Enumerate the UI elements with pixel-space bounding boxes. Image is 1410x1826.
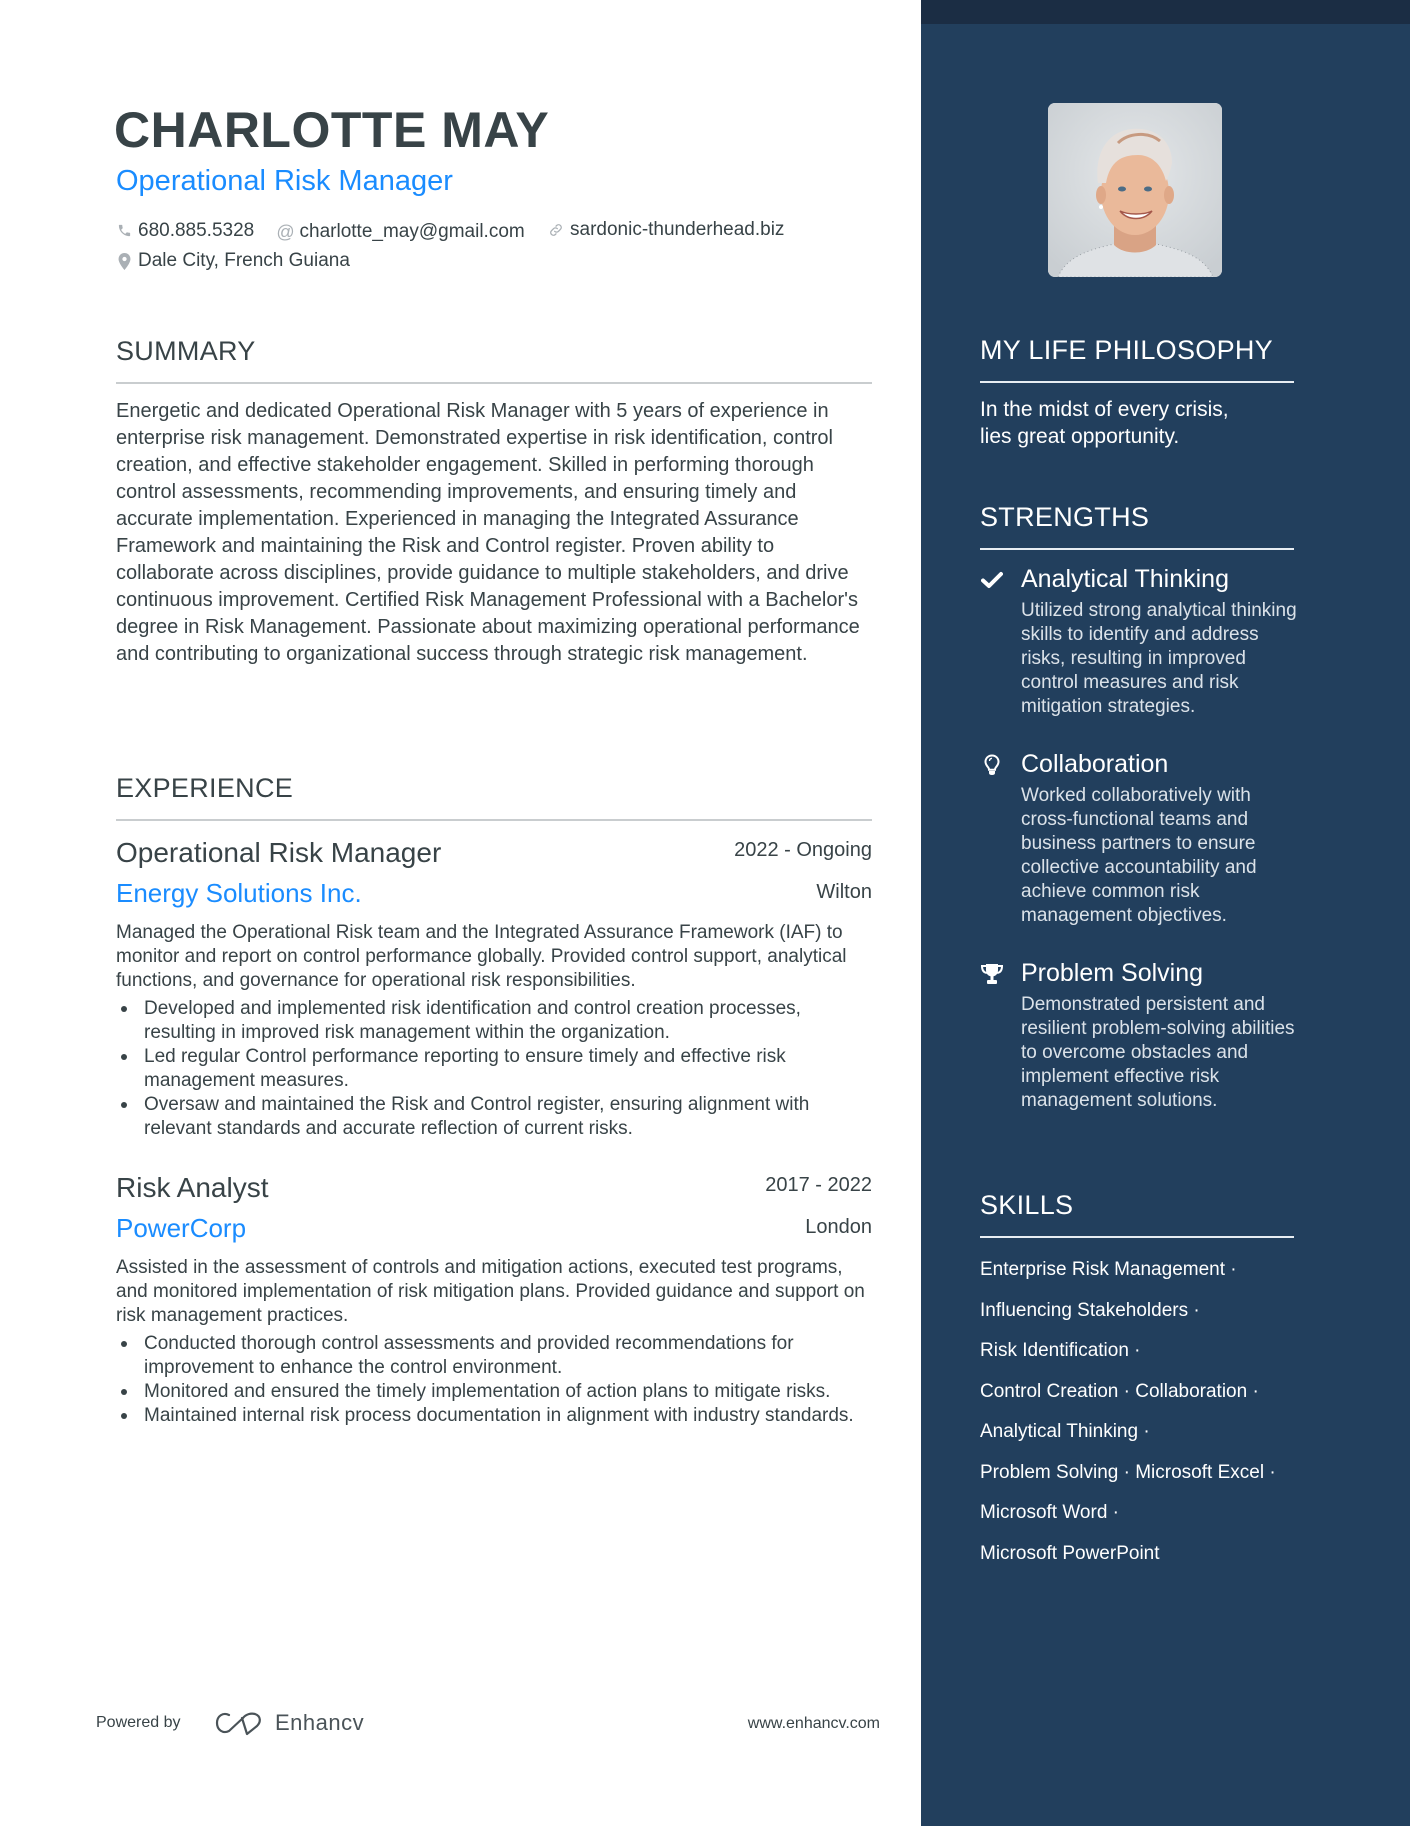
footer-url[interactable]: www.enhancv.com <box>700 1712 880 1736</box>
contact-location: Dale City, French Guiana <box>116 247 350 275</box>
skill-line: Analytical Thinking · <box>980 1421 1150 1442</box>
skill-line: Microsoft PowerPoint <box>980 1542 1160 1564</box>
email-address: charlotte_may@gmail.com <box>299 221 525 242</box>
skills-heading: SKILLS <box>980 1190 1074 1220</box>
summary-text: Energetic and dedicated Operational Risk… <box>116 400 860 665</box>
summary-heading: SUMMARY <box>116 336 256 366</box>
strength-item: Problem Solving Demonstrated persistent … <box>980 957 1300 1113</box>
bullet-text: Maintained internal risk process documen… <box>144 1405 854 1426</box>
bullet-dot <box>121 1006 127 1012</box>
skill-line: Risk Identification · <box>980 1340 1141 1361</box>
job-title: Risk Analyst <box>116 1172 269 1203</box>
job-bullets: Developed and implemented risk identific… <box>116 997 872 1141</box>
location-text: Dale City, French Guiana <box>138 250 350 271</box>
phone-number: 680.885.5328 <box>138 219 255 241</box>
job-location: Wilton <box>816 881 872 903</box>
bullet-dot <box>121 1413 127 1419</box>
website-url: sardonic-thunderhead.biz <box>570 219 785 240</box>
contact-info: 680.885.5328 @ charlotte_may@gmail.com s… <box>116 216 876 279</box>
candidate-title: Operational Risk Manager <box>116 165 453 197</box>
experience-entry: Operational Risk Manager 2022 - Ongoing … <box>116 833 872 1141</box>
job-bullets: Conducted thorough control assessments a… <box>116 1332 872 1428</box>
profile-photo-image <box>1048 103 1222 277</box>
bullet-item: Led regular Control performance reportin… <box>116 1045 872 1093</box>
bullet-dot <box>121 1054 127 1060</box>
strength-title: Analytical Thinking <box>1021 565 1229 593</box>
contact-phone[interactable]: 680.885.5328 <box>116 217 254 245</box>
lightbulb-icon <box>980 753 1004 777</box>
philosophy-divider <box>980 381 1294 383</box>
philosophy-quote-line: lies great opportunity. <box>980 425 1180 448</box>
strength-description: Utilized strong analytical thinking skil… <box>1021 600 1297 717</box>
bullet-text: Conducted thorough control assessments a… <box>144 1333 794 1378</box>
bullet-text: Developed and implemented risk identific… <box>144 998 801 1043</box>
skills-divider <box>980 1236 1294 1238</box>
enhancv-logo-icon <box>215 1712 261 1736</box>
location-pin-icon <box>116 252 132 270</box>
strengths-heading: STRENGTHS <box>980 502 1150 532</box>
philosophy-quote-line: In the midst of every crisis, <box>980 398 1229 421</box>
skill-line: Microsoft Word · <box>980 1502 1120 1523</box>
experience-divider <box>116 819 872 821</box>
bullet-dot <box>121 1102 127 1108</box>
job-dates: 2022 - Ongoing <box>734 839 872 861</box>
strength-title: Problem Solving <box>1021 959 1204 987</box>
trophy-icon <box>980 962 1004 986</box>
strength-item: Analytical Thinking Utilized strong anal… <box>980 563 1300 719</box>
strengths-divider <box>980 548 1294 550</box>
at-icon: @ <box>276 222 295 242</box>
bullet-text: Monitored and ensured the timely impleme… <box>144 1381 831 1402</box>
phone-icon <box>116 222 132 240</box>
bullet-text: Led regular Control performance reportin… <box>144 1046 786 1091</box>
bullet-item: Oversaw and maintained the Risk and Cont… <box>116 1093 872 1141</box>
experience-heading: EXPERIENCE <box>116 773 294 803</box>
strength-description: Demonstrated persistent and resilient pr… <box>1021 994 1295 1111</box>
job-company[interactable]: PowerCorp <box>116 1208 872 1248</box>
summary-divider <box>116 382 872 384</box>
strength-item: Collaboration Worked collaboratively wit… <box>980 748 1300 928</box>
link-icon <box>548 221 564 239</box>
skill-line: Influencing Stakeholders · <box>980 1299 1200 1321</box>
skills-list: Enterprise Risk Management · Influencing… <box>980 1250 1310 1574</box>
enhancv-brand: Enhancv <box>275 1710 365 1735</box>
contact-website[interactable]: sardonic-thunderhead.biz <box>548 216 784 244</box>
powered-by-label: Powered by <box>96 1714 181 1731</box>
bullet-dot <box>121 1341 127 1347</box>
contact-email[interactable]: @ charlotte_may@gmail.com <box>276 218 525 246</box>
bullet-text: Oversaw and maintained the Risk and Cont… <box>144 1094 810 1139</box>
skill-line: Control Creation · Collaboration · <box>980 1380 1259 1402</box>
experience-entry: Risk Analyst 2017 - 2022 PowerCorp Londo… <box>116 1168 872 1428</box>
philosophy-quote: In the midst of every crisis, lies great… <box>980 396 1300 450</box>
bullet-item: Developed and implemented risk identific… <box>116 997 872 1045</box>
job-company[interactable]: Energy Solutions Inc. <box>116 873 872 913</box>
job-description: Assisted in the assessment of controls a… <box>116 1257 865 1326</box>
bullet-item: Maintained internal risk process documen… <box>116 1404 872 1428</box>
skill-line: Problem Solving · Microsoft Excel · <box>980 1461 1276 1483</box>
check-icon <box>980 568 1004 592</box>
candidate-name: CHARLOTTE MAY <box>114 102 550 158</box>
bullet-item: Conducted thorough control assessments a… <box>116 1332 872 1380</box>
profile-photo <box>1048 103 1222 277</box>
strength-description: Worked collaboratively with cross-functi… <box>1021 785 1257 926</box>
enhancv-logo[interactable]: Enhancv <box>215 1710 364 1736</box>
job-description: Managed the Operational Risk team and th… <box>116 922 847 991</box>
bullet-dot <box>121 1389 127 1395</box>
bullet-item: Monitored and ensured the timely impleme… <box>116 1380 872 1404</box>
strength-title: Collaboration <box>1021 750 1169 778</box>
job-location: London <box>805 1216 872 1238</box>
philosophy-heading: MY LIFE PHILOSOPHY <box>980 335 1273 365</box>
skill-line: Enterprise Risk Management · <box>980 1259 1237 1280</box>
job-dates: 2017 - 2022 <box>765 1174 872 1196</box>
sidebar-top-band <box>921 0 1410 24</box>
